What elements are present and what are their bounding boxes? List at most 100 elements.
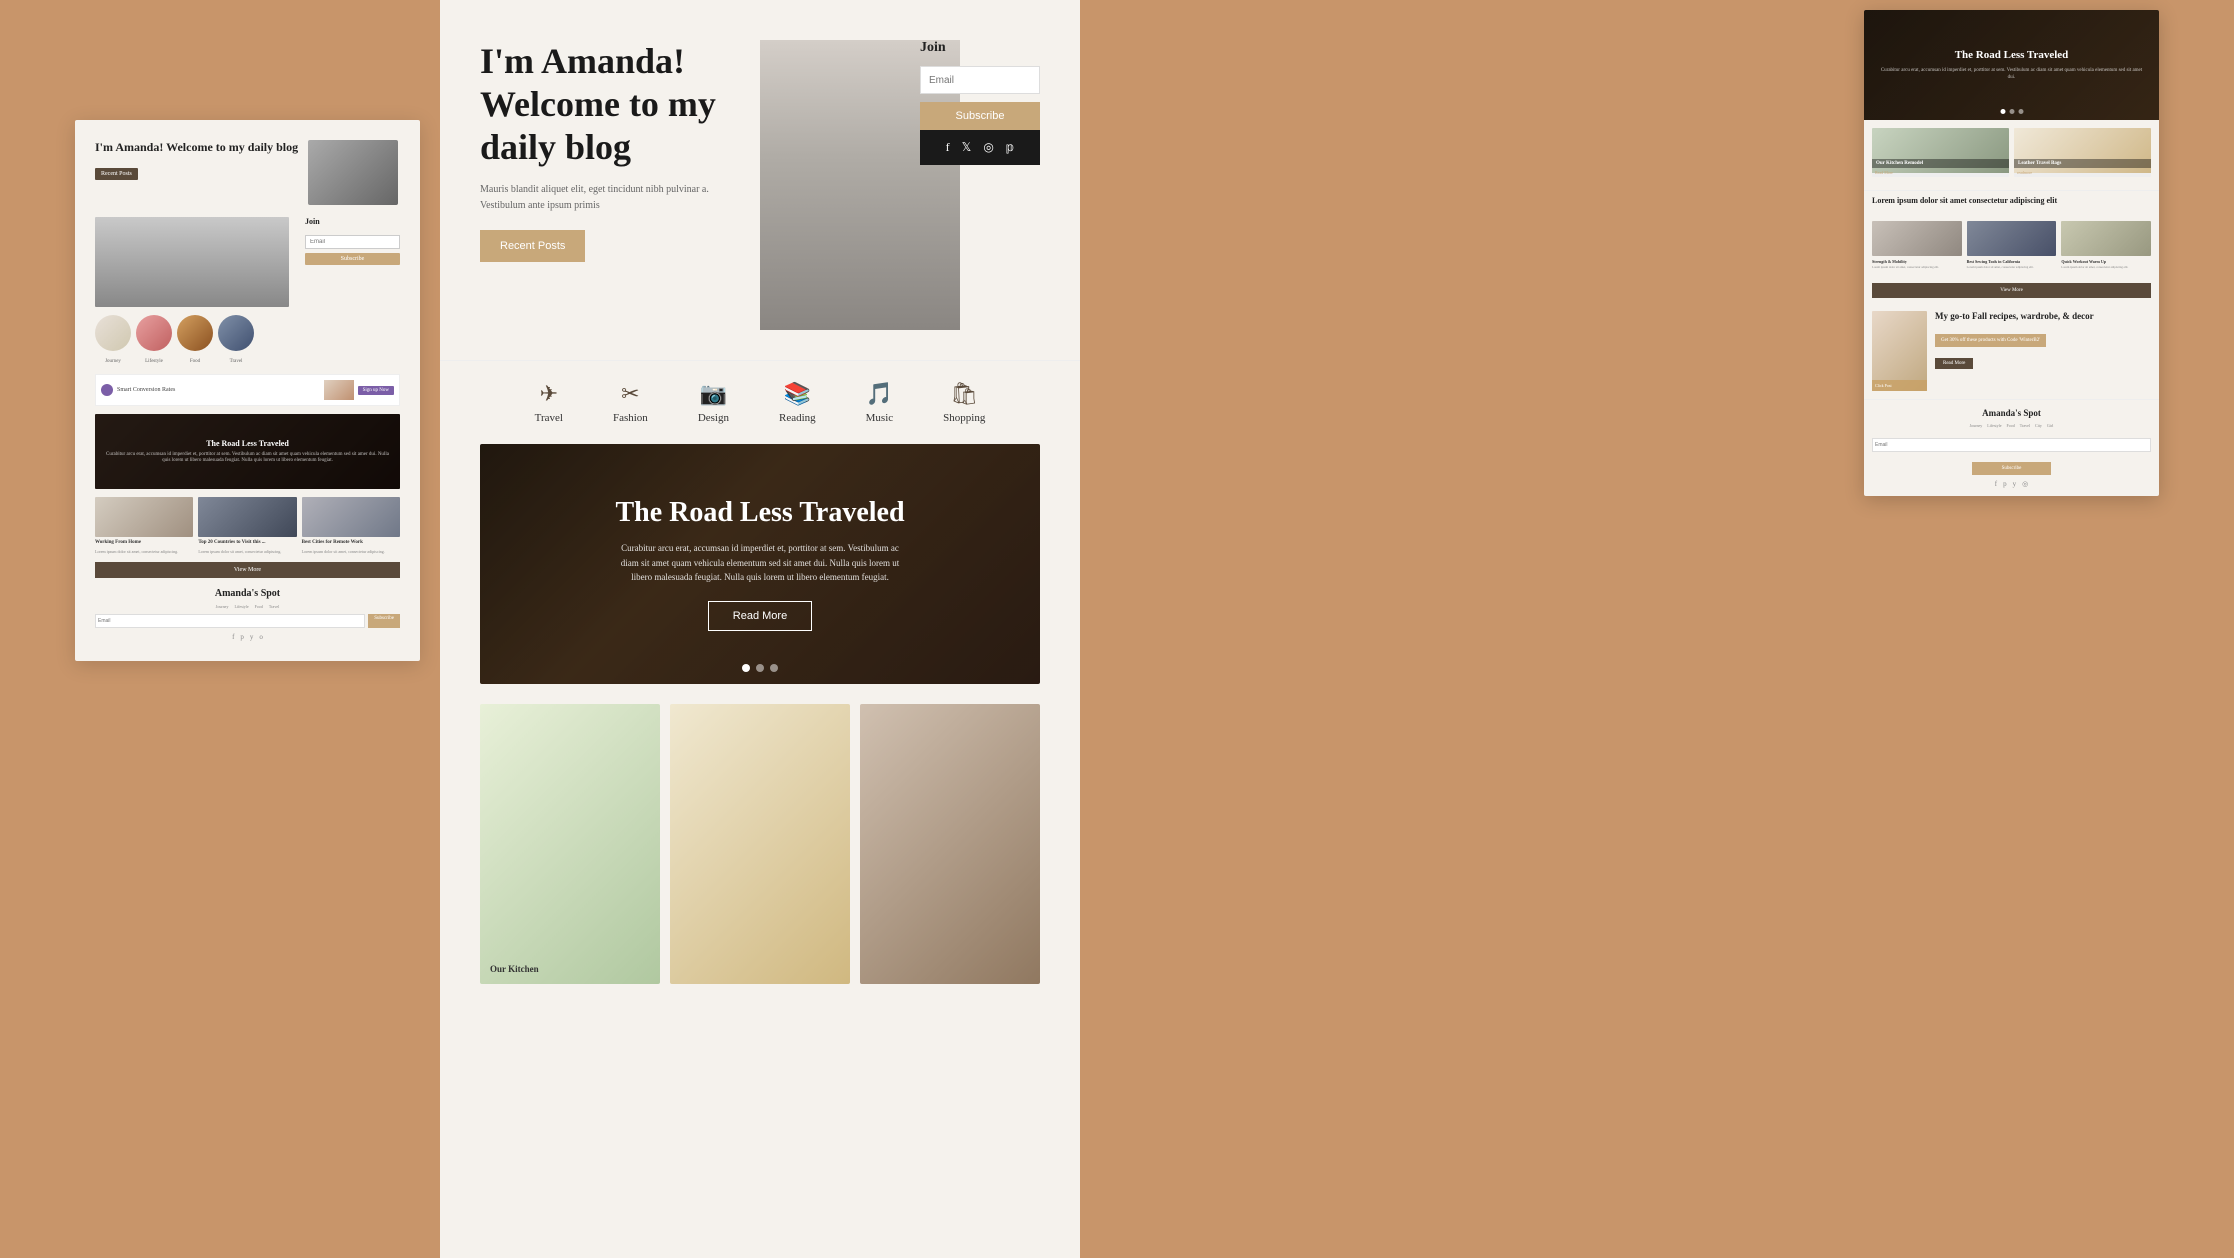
main-bottom-images: Our Kitchen — [480, 704, 1040, 984]
rdot-2[interactable] — [2009, 109, 2014, 114]
right-email-input[interactable] — [1872, 438, 2151, 452]
right-featured-title: The Road Less Traveled — [1955, 49, 2069, 61]
rsocial-o[interactable]: ◎ — [2022, 480, 2028, 488]
left-footer-subscribe[interactable]: Subscribe — [368, 614, 400, 628]
shopping-icon: 🛍 — [950, 381, 978, 407]
left-hero-img — [308, 140, 398, 205]
design-icon: 📷 — [700, 381, 727, 407]
pg-body-2: Lorem ipsum dolor sit amet, consectetur … — [1967, 266, 2057, 270]
gi-read-1[interactable]: Read More — [1872, 168, 2009, 177]
nav-travel[interactable]: ✈ Travel — [535, 381, 563, 424]
social-pi[interactable]: p — [240, 633, 244, 641]
main-social-fb[interactable]: f — [946, 140, 950, 155]
left-post-grid: Working From Home Lorem ipsum dolor sit … — [95, 497, 400, 554]
left-hero-title: I'm Amanda! Welcome to my daily blog — [95, 140, 298, 156]
main-social-pi[interactable]: 𝕡 — [1006, 140, 1015, 155]
lifestyle-overlay: Click Post — [1872, 380, 1927, 391]
main-email-input[interactable] — [920, 66, 1040, 94]
right-read-btn[interactable]: Read More — [1935, 358, 1973, 369]
right-social: f p y ◎ — [1872, 480, 2151, 488]
ad-btn[interactable]: Sign up Now — [358, 386, 394, 395]
post-title-2: Top 20 Countries to Visit this ... — [198, 540, 296, 547]
rsocial-f[interactable]: f — [1995, 480, 1997, 488]
pg-img-2 — [1967, 221, 2057, 256]
rfnav-c: City — [2035, 423, 2042, 428]
post-body-1: Lorem ipsum dolor sit amet, consectetur … — [95, 549, 193, 554]
right-dots — [2000, 109, 2023, 114]
left-footer-title: Amanda's Spot — [95, 588, 400, 599]
nav-music[interactable]: 🎵 Music — [866, 381, 894, 424]
post-item-2: Top 20 Countries to Visit this ... Lorem… — [198, 497, 296, 554]
left-main-image — [95, 217, 289, 307]
slider-title: The Road Less Traveled — [615, 497, 904, 529]
dot-2[interactable] — [756, 664, 764, 672]
main-social-ig[interactable]: ◎ — [983, 140, 993, 155]
nav-reading[interactable]: 📚 Reading — [779, 381, 816, 424]
left-recent-btn[interactable]: Recent Posts — [95, 168, 138, 180]
dot-3[interactable] — [770, 664, 778, 672]
circle-label-lifestyle: Lifestyle — [136, 359, 172, 364]
social-fb[interactable]: f — [232, 633, 234, 641]
nav-music-label: Music — [866, 412, 894, 424]
pg-title-2: Best Sewing Tools in California — [1967, 259, 2057, 264]
main-card: I'm Amanda! Welcome to my daily blog Mau… — [440, 0, 1080, 1258]
right-featured-top: The Road Less Traveled Curabitur arcu er… — [1864, 10, 2159, 120]
rdot-1[interactable] — [2000, 109, 2005, 114]
ad-icon — [101, 384, 113, 396]
nav-travel-label: Travel — [535, 412, 563, 424]
fnav-travel: Travel — [269, 604, 279, 609]
main-top-section: I'm Amanda! Welcome to my daily blog Mau… — [440, 0, 1080, 360]
left-circles — [95, 315, 400, 351]
main-nav-icons: ✈ Travel ✂ Fashion 📷 Design 📚 Reading 🎵 … — [440, 360, 1080, 444]
gi-label-2: Leather Travel Bags — [2014, 159, 2151, 168]
nav-design[interactable]: 📷 Design — [698, 381, 729, 424]
left-subscribe-btn[interactable]: Subscribe — [305, 253, 400, 265]
right-subscribe-btn[interactable]: Subscribe — [1972, 462, 2052, 475]
dot-1[interactable] — [742, 664, 750, 672]
right-grid: Our Kitchen Remodel Read More Leather Tr… — [1864, 120, 2159, 185]
bottom-label-1: Our Kitchen — [490, 964, 539, 974]
left-email-input[interactable] — [305, 235, 400, 249]
offer-box: Get 30% off these products with Code 'Wi… — [1935, 334, 2046, 347]
rsocial-p[interactable]: p — [2003, 480, 2007, 488]
gi-read-2[interactable]: readmore — [2014, 168, 2151, 177]
left-view-btn[interactable]: View More — [95, 562, 400, 578]
post-title-1: Working From Home — [95, 540, 193, 547]
circle-journey — [95, 315, 131, 351]
left-footer-email[interactable] — [95, 614, 365, 628]
right-view-btn[interactable]: View More — [1872, 283, 2151, 298]
main-subscribe-btn[interactable]: Subscribe — [920, 102, 1040, 130]
rfnav-l: Lifestyle — [1987, 423, 2001, 428]
grid-item-2: Leather Travel Bags readmore — [2014, 128, 2151, 177]
left-join-title: Join — [305, 217, 400, 226]
social-yt[interactable]: y — [250, 633, 254, 641]
right-featured-body: Curabitur arcu erat, accumsan id imperdi… — [1864, 67, 2159, 81]
left-hero-text: I'm Amanda! Welcome to my daily blog Rec… — [95, 140, 298, 205]
left-hero-section: I'm Amanda! Welcome to my daily blog Rec… — [95, 140, 400, 205]
post-img-2 — [198, 497, 296, 537]
left-featured-title: The Road Less Traveled — [206, 439, 289, 448]
grid-item-1: Our Kitchen Remodel Read More — [1872, 128, 2009, 177]
right-footer-nav: Journey Lifestyle Food Travel City Girl — [1872, 423, 2151, 428]
lorem-title: Lorem ipsum dolor sit amet consectetur a… — [1872, 196, 2151, 205]
post-img-1 — [95, 497, 193, 537]
main-social-tw[interactable]: 𝕏 — [962, 140, 972, 155]
post-item-3: Best Cities for Remote Work Lorem ipsum … — [302, 497, 400, 554]
main-join-title: Join — [920, 40, 1040, 56]
slider-body: Curabitur arcu erat, accumsan id imperdi… — [620, 541, 900, 584]
fnav-journey: Journey — [216, 604, 229, 609]
circle-food — [177, 315, 213, 351]
music-icon: 🎵 — [866, 381, 893, 407]
main-recent-posts-btn[interactable]: Recent Posts — [480, 230, 585, 262]
nav-shopping[interactable]: 🛍 Shopping — [943, 381, 985, 424]
social-ig[interactable]: o — [259, 633, 263, 641]
rsocial-y[interactable]: y — [2013, 480, 2017, 488]
left-social-icons: f p y o — [95, 633, 400, 641]
rdot-3[interactable] — [2018, 109, 2023, 114]
slider-read-more[interactable]: Read More — [708, 601, 812, 631]
right-lifestyle: Click Post My go-to Fall recipes, wardro… — [1864, 303, 2159, 399]
pg-item-1: Strength & Mobility Lorem ipsum dolor si… — [1872, 221, 1962, 270]
pg-item-2: Best Sewing Tools in California Lorem ip… — [1967, 221, 2057, 270]
nav-fashion[interactable]: ✂ Fashion — [613, 381, 648, 424]
lifestyle-img: Click Post — [1872, 311, 1927, 391]
